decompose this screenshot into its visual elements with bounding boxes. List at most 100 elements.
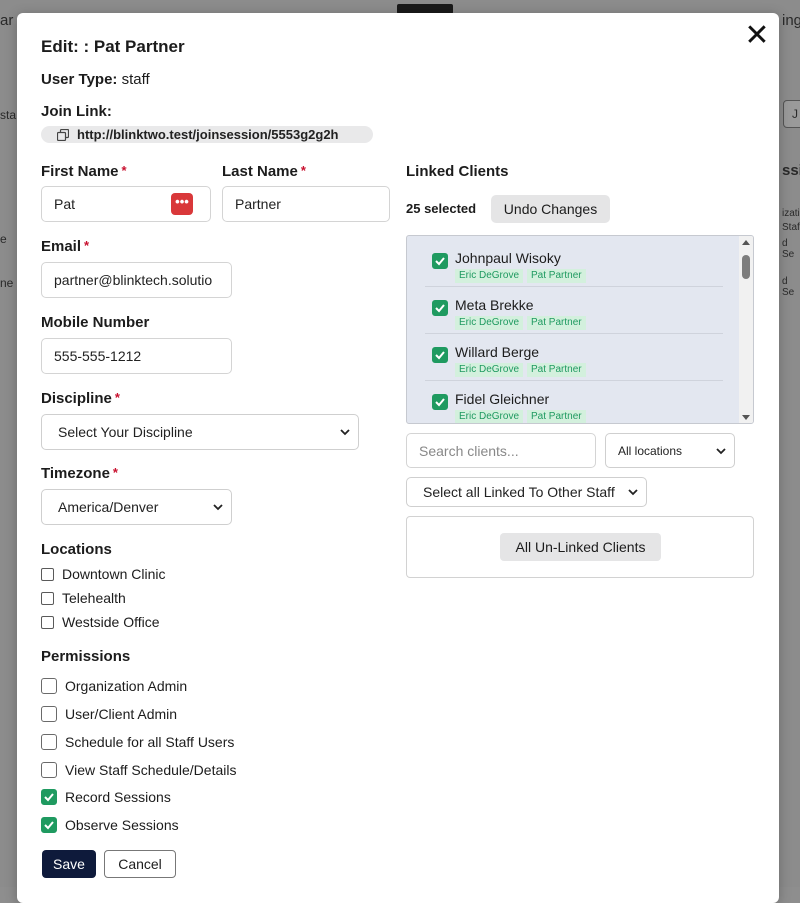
join-link-url: http://blinktwo.test/joinsession/5553g2g… (77, 127, 339, 142)
user-type-label: User Type: (41, 71, 118, 88)
list-item[interactable]: Fidel Gleichner Eric DeGrove Pat Partner (425, 381, 723, 423)
permissions-label: Permissions (41, 648, 131, 665)
permission-checkbox-checked[interactable] (41, 817, 57, 833)
permission-label: Organization Admin (65, 678, 188, 694)
bg-text: J (792, 107, 798, 121)
user-type-value: staff (121, 71, 150, 88)
permission-checkbox[interactable] (41, 678, 57, 694)
staff-tag: Pat Partner (527, 410, 586, 423)
client-checkbox-checked[interactable] (432, 300, 448, 316)
list-scrollbar[interactable] (739, 236, 753, 423)
checkmark-icon (44, 821, 54, 830)
user-type-row: User Type: staff (41, 71, 150, 88)
chevron-down-icon (340, 429, 350, 436)
required-marker: * (84, 238, 90, 253)
bg-text: ne (0, 276, 14, 290)
location-checkbox[interactable] (41, 616, 54, 629)
checkmark-icon (435, 304, 445, 313)
last-name-input[interactable]: Partner (222, 186, 390, 222)
required-marker: * (121, 163, 127, 178)
save-button[interactable]: Save (42, 850, 96, 878)
permission-label: Observe Sessions (65, 817, 179, 833)
copy-icon[interactable] (57, 129, 69, 141)
discipline-label-text: Discipline (41, 390, 112, 407)
scroll-down-arrow-icon[interactable] (742, 415, 750, 420)
search-clients-input[interactable]: Search clients... (406, 433, 596, 468)
client-name: Willard Berge (455, 344, 540, 360)
required-marker: * (112, 465, 118, 480)
permission-label: User/Client Admin (65, 706, 178, 722)
undo-changes-button[interactable]: Undo Changes (491, 195, 610, 223)
required-marker: * (114, 390, 120, 405)
client-checkbox-checked[interactable] (432, 253, 448, 269)
permission-checkbox[interactable] (41, 706, 57, 722)
linked-clients-list[interactable]: Johnpaul Wisoky Eric DeGrove Pat Partner… (406, 235, 754, 424)
location-label: Telehealth (62, 590, 126, 606)
last-name-label-text: Last Name (222, 163, 298, 180)
mobile-label: Mobile Number (41, 314, 150, 331)
scroll-up-arrow-icon[interactable] (742, 240, 750, 245)
list-item[interactable]: Willard Berge Eric DeGrove Pat Partner (425, 334, 723, 381)
bg-text: e (0, 232, 7, 246)
staff-tag: Pat Partner (527, 269, 586, 283)
checkmark-icon (435, 257, 445, 266)
client-name: Meta Brekke (455, 297, 534, 313)
email-label-text: Email (41, 238, 82, 255)
timezone-label-text: Timezone (41, 465, 110, 482)
selected-count: 25 selected (406, 201, 477, 216)
modal-title: Edit: : Pat Partner (41, 37, 185, 56)
mobile-input[interactable]: 555-555-1212 (41, 338, 232, 374)
mobile-value: 555-555-1212 (54, 348, 142, 364)
chevron-down-icon (213, 504, 223, 511)
email-input[interactable]: partner@blinktech.solutio (41, 262, 232, 298)
first-name-label: First Name * (41, 163, 127, 180)
linked-other-staff-select[interactable]: Select all Linked To Other Staff (406, 477, 647, 507)
linked-clients-label: Linked Clients (406, 163, 509, 180)
client-name: Johnpaul Wisoky (455, 250, 561, 266)
bg-text: ssi (782, 162, 800, 179)
chevron-down-icon (628, 489, 638, 496)
list-item[interactable]: Meta Brekke Eric DeGrove Pat Partner (425, 287, 723, 334)
location-checkbox[interactable] (41, 568, 54, 581)
password-manager-icon[interactable]: ••• (171, 193, 193, 215)
permission-checkbox[interactable] (41, 762, 57, 778)
client-checkbox-checked[interactable] (432, 394, 448, 410)
bg-text: Staf (782, 222, 800, 233)
staff-tag: Eric DeGrove (455, 316, 524, 330)
location-label: Westside Office (62, 614, 160, 630)
checkmark-icon (435, 398, 445, 407)
join-link[interactable]: http://blinktwo.test/joinsession/5553g2g… (41, 126, 373, 143)
first-name-value: Pat (54, 196, 76, 212)
checkmark-icon (44, 793, 54, 802)
bg-text: d Se (782, 276, 795, 298)
staff-tag: Eric DeGrove (455, 269, 524, 283)
scrollbar-thumb[interactable] (742, 255, 750, 279)
staff-tag: Eric DeGrove (455, 410, 524, 423)
permission-checkbox[interactable] (41, 734, 57, 750)
cancel-button[interactable]: Cancel (104, 850, 176, 878)
all-unlinked-clients-button[interactable]: All Un-Linked Clients (500, 533, 661, 561)
required-marker: * (300, 163, 306, 178)
last-name-label: Last Name * (222, 163, 306, 180)
list-item[interactable]: Johnpaul Wisoky Eric DeGrove Pat Partner (425, 240, 723, 287)
first-name-label-text: First Name (41, 163, 119, 180)
discipline-label: Discipline * (41, 390, 120, 407)
last-name-value: Partner (235, 196, 281, 212)
client-checkbox-checked[interactable] (432, 347, 448, 363)
permission-label: Record Sessions (65, 789, 171, 805)
discipline-value: Select Your Discipline (58, 424, 193, 440)
permission-checkbox-checked[interactable] (41, 789, 57, 805)
permission-label: Schedule for all Staff Users (65, 734, 235, 750)
unlinked-clients-box: All Un-Linked Clients (406, 516, 754, 578)
location-label: Downtown Clinic (62, 566, 166, 582)
bg-text: sta (0, 108, 17, 122)
discipline-select[interactable]: Select Your Discipline (41, 414, 359, 450)
chevron-down-icon (716, 448, 726, 455)
timezone-select[interactable]: America/Denver (41, 489, 232, 525)
location-checkbox[interactable] (41, 592, 54, 605)
locations-filter-select[interactable]: All locations (605, 433, 735, 468)
join-link-label: Join Link: (41, 103, 112, 120)
email-label: Email * (41, 238, 89, 255)
close-button[interactable]: ✕ (742, 21, 772, 52)
timezone-label: Timezone * (41, 465, 118, 482)
